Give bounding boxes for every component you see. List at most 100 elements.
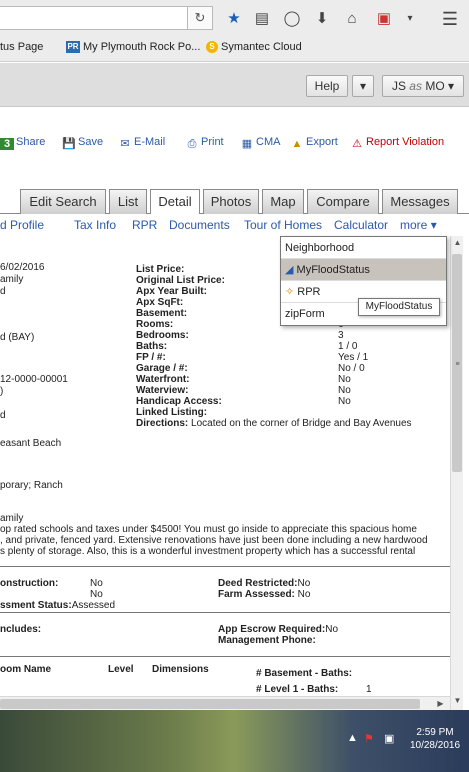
property-type: amily (0, 274, 24, 285)
subnav-profile[interactable]: d Profile (0, 218, 44, 232)
includes-label: ncludes: (0, 624, 42, 635)
tab-photos[interactable]: Photos (203, 189, 259, 214)
field-label: Linked Listing: (136, 407, 208, 418)
share-label: Share (16, 136, 46, 148)
deed-row: Deed Restricted:No (218, 578, 310, 589)
directions-value: Located on the corner of Bridge and Bay … (191, 418, 412, 429)
rooms-header-name: oom Name (0, 664, 52, 675)
field-value: No (338, 385, 351, 396)
scrollbar-thumb[interactable] (0, 699, 420, 709)
tab-bar: Edit Search List Detail Photos Map Compa… (0, 187, 469, 215)
save-link[interactable]: 💾 Save (62, 136, 103, 150)
directions-label: Directions: (136, 418, 189, 429)
field-label: Bedrooms: (136, 330, 189, 341)
app-header: Help ▾ JS as MO ▾ (0, 63, 469, 107)
chevron-down-icon: ▾ (359, 79, 367, 93)
plymouth-rock-icon: PR (66, 41, 80, 54)
subnav-documents[interactable]: Documents (169, 218, 230, 232)
horizontal-scrollbar[interactable]: ▶ (0, 696, 450, 710)
system-clock[interactable]: 2:59 PM 10/28/2016 (402, 726, 468, 752)
windows-taskbar: ▲ ⚑ ▣ 2:59 PM 10/28/2016 (0, 710, 469, 772)
subnav-tour-of-homes[interactable]: Tour of Homes (244, 218, 322, 232)
print-icon: ⎙ (187, 138, 197, 150)
subnav-tax-info[interactable]: Tax Info (74, 218, 116, 232)
chevron-down-icon[interactable]: ▾ (400, 9, 420, 29)
remarks-line: amily (0, 513, 24, 524)
user-menu-button[interactable]: JS as MO ▾ (382, 75, 464, 97)
vertical-scrollbar[interactable]: ▲ ≡ ▼ (450, 236, 463, 710)
scroll-up-icon[interactable]: ▲ (451, 236, 464, 250)
farm-label: Farm Assessed: (218, 589, 295, 600)
action-bar: 3 Share 💾 Save ✉ E-Mail ⎙ Print ▦ CMA ▲ Export… (0, 128, 469, 158)
email-icon: ✉ (120, 138, 130, 150)
email-link[interactable]: ✉ E-Mail (118, 136, 165, 150)
rooms-header-dimensions: Dimensions (152, 664, 209, 675)
url-bar[interactable] (0, 6, 198, 30)
star-icon[interactable]: ★ (224, 9, 244, 29)
bookmark-symantec[interactable]: S Symantec Cloud (206, 38, 302, 56)
tooltip: MyFloodStatus (358, 298, 440, 316)
list-date: 6/02/2016 (0, 262, 45, 273)
subnav-calculator[interactable]: Calculator (334, 218, 388, 232)
remarks-line: , and private, fenced yard. Extensive re… (0, 535, 428, 546)
help-button[interactable]: Help (306, 75, 348, 97)
print-label: Print (201, 136, 224, 148)
tab-edit-search[interactable]: Edit Search (20, 189, 106, 214)
download-icon[interactable]: ⬇ (312, 9, 332, 29)
save-label: Save (78, 136, 104, 148)
scroll-right-icon[interactable]: ▶ (434, 697, 447, 711)
tab-map[interactable]: Map (262, 189, 304, 214)
chevron-down-icon: ▾ (430, 218, 437, 232)
pocket-icon[interactable]: ◯ (282, 9, 302, 29)
report-violation-link[interactable]: ⚠ Report Violation (350, 136, 444, 150)
subnav-rpr[interactable]: RPR (132, 218, 157, 232)
tab-list[interactable]: List (109, 189, 147, 214)
subdivision-value: easant Beach (0, 438, 62, 449)
help-dropdown-button[interactable]: ▾ (352, 75, 374, 97)
menu-item-neighborhood[interactable]: Neighborhood (281, 237, 446, 259)
print-link[interactable]: ⎙ Print (185, 136, 224, 150)
network-icon[interactable]: ▣ (384, 732, 394, 745)
field-value: Yes / 1 (338, 352, 369, 363)
field-value: No / 0 (338, 363, 365, 374)
home-icon[interactable]: ⌂ (342, 9, 362, 29)
symantec-icon: S (206, 41, 218, 54)
flood-icon: ◢ (285, 264, 294, 276)
reading-list-icon[interactable]: ▤ (252, 9, 272, 29)
field-value: No (338, 396, 351, 407)
scroll-down-icon[interactable]: ▼ (451, 694, 464, 708)
reload-icon[interactable]: ↻ (187, 6, 213, 30)
subnav-more[interactable]: more ▾ (400, 218, 437, 232)
field-label: Apx Year Built: (136, 286, 207, 297)
share-link[interactable]: 3 Share (0, 136, 45, 150)
level1-baths-label: # Level 1 - Baths: (256, 684, 339, 695)
email-label: E-Mail (134, 136, 166, 148)
flag-icon[interactable]: ⚑ (364, 732, 374, 745)
menu-item-myfloodstatus[interactable]: ◢ MyFloodStatus (281, 259, 446, 281)
field-value: 1 / 0 (338, 341, 358, 352)
cma-link[interactable]: ▦ CMA (240, 136, 281, 150)
assessment-value: Assessed (71, 600, 116, 611)
deed-value: No (297, 578, 311, 589)
construction-value: No (90, 578, 103, 589)
construction-value-2: No (90, 589, 103, 600)
field-label: Rooms: (136, 319, 174, 330)
tab-detail[interactable]: Detail (150, 189, 200, 215)
assessment-label: ssment Status: (0, 600, 72, 611)
directions-row: Directions: Located on the corner of Bri… (136, 418, 412, 429)
rpr-icon: ✧ (285, 286, 295, 298)
translate-icon[interactable]: ▣ (374, 9, 394, 29)
zoning-value: ) (0, 386, 4, 397)
tab-compare[interactable]: Compare (307, 189, 379, 214)
menu-icon[interactable]: ☰ (440, 9, 460, 29)
export-link[interactable]: ▲ Export (290, 136, 338, 150)
browser-toolbar: ↻ ★ ▤ ◯ ⬇ ⌂ ▣ ▾ ☰ tus Page PR My Plymouth… (0, 0, 469, 62)
cma-label: CMA (256, 136, 281, 148)
share-icon: 3 (0, 138, 14, 150)
tab-messages[interactable]: Messages (382, 189, 458, 214)
deed-label: Deed Restricted: (218, 578, 298, 589)
bookmark-plymouth-rock[interactable]: PR My Plymouth Rock Po... (66, 38, 200, 56)
bookmark-status-page[interactable]: tus Page (0, 38, 43, 56)
tray-expand-icon[interactable]: ▲ (347, 732, 358, 744)
report-violation-label: Report Violation (366, 136, 445, 148)
